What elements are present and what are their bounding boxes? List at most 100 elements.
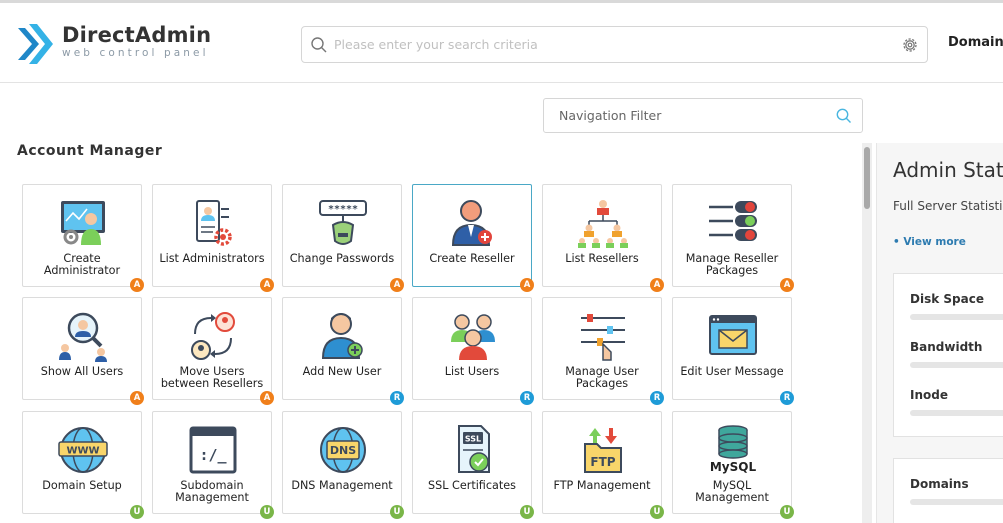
search-placeholder: Please enter your search criteria: [334, 37, 538, 52]
stat-label-domains: Domains: [910, 477, 969, 491]
tile-mysql-management[interactable]: MySQL MySQL Management U: [672, 411, 794, 519]
tile-add-new-user[interactable]: Add New User R: [282, 297, 404, 405]
subdomain-management-icon: :/_: [189, 426, 237, 474]
admin-badge: A: [390, 278, 404, 292]
admin-stats-title: Admin Stats: [893, 158, 1003, 182]
tile-label: Change Passwords: [289, 252, 395, 265]
tile-show-all-users[interactable]: Show All Users A: [22, 297, 144, 405]
tile-change-passwords[interactable]: ***** Change Passwords A: [282, 184, 404, 292]
view-more-link[interactable]: • View more: [893, 236, 966, 248]
tile-label: Manage User Packages: [565, 365, 639, 390]
scrollbar-thumb[interactable]: [864, 147, 870, 209]
tile-label: SSL Certificates: [428, 479, 516, 492]
user-badge: U: [780, 505, 794, 519]
admin-badge: A: [260, 278, 274, 292]
user-badge: U: [390, 505, 404, 519]
tile-label: Add New User: [302, 365, 382, 378]
create-administrator-icon: [61, 201, 105, 245]
reseller-badge: R: [780, 391, 794, 405]
tile-manage-reseller-packages[interactable]: Manage Reseller Packages A: [672, 184, 794, 292]
admin-badge: A: [260, 391, 274, 405]
password-mask: *****: [328, 204, 358, 215]
tile-domain-setup[interactable]: WWW Domain Setup U: [22, 411, 144, 519]
logo[interactable]: DirectAdmin web control panel: [16, 21, 216, 67]
reseller-badge: R: [520, 391, 534, 405]
tile-label: Show All Users: [40, 365, 124, 378]
list-administrators-icon: [196, 200, 232, 246]
tile-label: Subdomain Management: [175, 479, 249, 504]
user-badge: U: [520, 505, 534, 519]
mysql-label: MySQL: [710, 460, 757, 474]
ftp-management-icon: FTP: [584, 428, 622, 473]
tile-label: Domain Setup: [42, 479, 122, 492]
tile-label: Edit User Message: [680, 365, 784, 378]
user-badge: U: [650, 505, 664, 519]
tile-manage-user-packages[interactable]: Manage User Packages R: [542, 297, 664, 405]
gear-icon[interactable]: [901, 36, 919, 54]
reseller-badge: R: [650, 391, 664, 405]
edit-user-message-icon: [709, 315, 757, 355]
tile-move-users-between-resellers[interactable]: Move Users between Resellers A: [152, 297, 274, 405]
move-users-icon: [191, 312, 235, 360]
disk-space-bar: [910, 314, 1003, 320]
admin-badge: A: [650, 278, 664, 292]
command-prompt-label: :/_: [199, 446, 227, 464]
tile-label: Create Reseller: [429, 252, 515, 265]
tile-label: FTP Management: [553, 479, 651, 492]
tile-label: Move Users between Resellers: [160, 365, 264, 390]
domain-menu-link[interactable]: Domain: [948, 35, 1003, 50]
logo-subtitle: web control panel: [62, 47, 209, 59]
tile-create-reseller[interactable]: Create Reseller A: [412, 184, 534, 292]
admin-badge: A: [130, 278, 144, 292]
search-icon: [836, 108, 851, 123]
tile-list-users[interactable]: List Users R: [412, 297, 534, 405]
tile-label: List Resellers: [565, 252, 639, 265]
logo-title: DirectAdmin: [62, 23, 212, 47]
list-resellers-icon: [578, 200, 628, 248]
tile-edit-user-message[interactable]: Edit User Message R: [672, 297, 794, 405]
account-manager-title: Account Manager: [17, 143, 163, 159]
navigation-filter-input[interactable]: Navigation Filter: [543, 98, 863, 133]
stat-label-disk-space: Disk Space: [910, 292, 984, 306]
tile-ftp-management[interactable]: FTP FTP Management U: [542, 411, 664, 519]
tile-label: DNS Management: [291, 479, 393, 492]
usage-stats-card: Disk Space Bandwidth Inode: [893, 273, 1003, 437]
tile-label: List Administrators: [159, 252, 265, 265]
tile-create-administrator[interactable]: Create Administrator A: [22, 184, 144, 292]
domain-setup-icon: WWW: [58, 427, 108, 473]
tile-label: Create Administrator: [43, 252, 121, 277]
tile-list-administrators[interactable]: List Administrators A: [152, 184, 274, 292]
admin-badge: A: [130, 391, 144, 405]
bandwidth-bar: [910, 362, 1003, 368]
dns-label: DNS: [330, 444, 356, 457]
search-input[interactable]: Please enter your search criteria: [301, 26, 928, 63]
navigation-filter-placeholder: Navigation Filter: [559, 108, 662, 123]
reseller-badge: R: [390, 391, 404, 405]
tile-dns-management[interactable]: DNS DNS Management U: [282, 411, 404, 519]
manage-reseller-packages-icon: [709, 201, 757, 241]
search-icon: [311, 37, 327, 53]
manage-user-packages-icon: [581, 314, 625, 361]
directadmin-logo-icon: [18, 24, 53, 64]
dns-management-icon: DNS: [320, 427, 366, 473]
stat-label-bandwidth: Bandwidth: [910, 340, 983, 354]
ftp-label: FTP: [590, 455, 615, 469]
tile-label: List Users: [444, 365, 500, 378]
domains-bar: [910, 499, 1003, 505]
tile-subdomain-management[interactable]: :/_ Subdomain Management U: [152, 411, 274, 519]
tile-list-resellers[interactable]: List Resellers A: [542, 184, 664, 292]
tile-ssl-certificates[interactable]: SSL SSL Certificates U: [412, 411, 534, 519]
www-label: WWW: [66, 446, 99, 457]
header: DirectAdmin web control panel Please ent…: [0, 3, 1003, 83]
admin-badge: A: [520, 278, 534, 292]
ssl-certificates-icon: SSL: [458, 425, 490, 473]
admin-badge: A: [780, 278, 794, 292]
ssl-label: SSL: [465, 435, 481, 444]
show-all-users-icon: [59, 312, 107, 362]
user-badge: U: [130, 505, 144, 519]
domains-stats-card: Domains: [893, 458, 1003, 523]
tile-label: Manage Reseller Packages: [685, 252, 779, 277]
mysql-management-icon: MySQL: [710, 425, 757, 474]
inode-bar: [910, 410, 1003, 416]
list-users-icon: [451, 314, 495, 360]
